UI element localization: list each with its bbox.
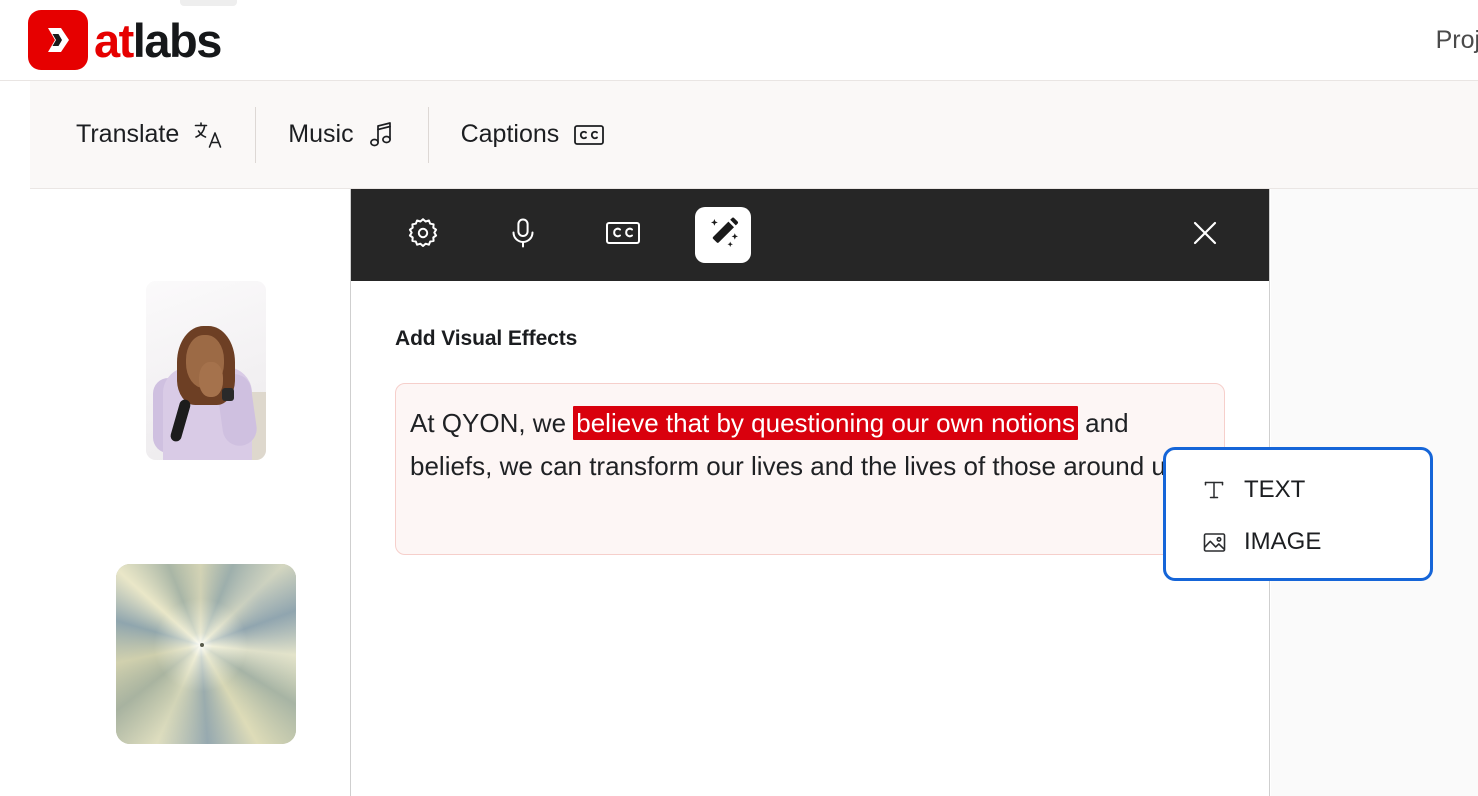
captions-tool-button[interactable]	[595, 207, 651, 263]
dropdown-item-label: TEXT	[1244, 476, 1306, 503]
closed-caption-icon	[605, 218, 641, 253]
gear-icon	[406, 216, 440, 255]
nav-item-label: Music	[288, 120, 354, 148]
secondary-nav: Translate Music Captions	[30, 81, 1478, 189]
visual-effects-modal: Add Visual Effects At QYON, we believe t…	[350, 189, 1270, 796]
close-modal-button[interactable]	[1183, 213, 1227, 257]
brand-word-labs: labs	[132, 13, 223, 67]
dropdown-item-label: IMAGE	[1244, 528, 1322, 555]
nav-item-translate[interactable]: Translate	[30, 81, 255, 189]
dropdown-item-image[interactable]: IMAGE	[1166, 516, 1430, 568]
translate-icon	[193, 120, 223, 150]
microphone-icon	[506, 216, 540, 255]
close-icon	[1189, 217, 1221, 254]
top-bar: atlabs BETA Proje	[0, 0, 1478, 81]
nav-item-music[interactable]: Music	[256, 81, 427, 189]
top-bar-right: Proje	[1436, 0, 1478, 81]
settings-tool-button[interactable]	[395, 207, 451, 263]
nav-item-label: Captions	[460, 120, 560, 148]
text-t-icon	[1200, 478, 1228, 502]
microphone-tool-button[interactable]	[495, 207, 551, 263]
modal-body: Add Visual Effects At QYON, we believe t…	[351, 281, 1269, 555]
nav-item-captions[interactable]: Captions	[429, 81, 638, 189]
effect-type-dropdown: TEXT IMAGE	[1163, 447, 1433, 581]
abstract-burst-thumbnail[interactable]	[116, 564, 296, 744]
image-icon	[1200, 530, 1228, 555]
projects-link[interactable]: Proje	[1436, 26, 1478, 55]
brand-wordmark: atlabs	[94, 13, 223, 67]
transcript-before: At QYON, we	[410, 408, 574, 438]
brand-logo[interactable]: atlabs BETA	[28, 0, 238, 70]
beta-badge: BETA	[180, 0, 238, 6]
transcript-highlight[interactable]: believe that by questioning our own noti…	[573, 406, 1078, 440]
atlabs-logo-icon	[28, 10, 88, 70]
panel-title: Add Visual Effects	[395, 327, 578, 350]
burst-core-glow	[116, 564, 296, 744]
hand-shape	[198, 361, 223, 398]
transcript-text-card[interactable]: At QYON, we believe that by questioning …	[395, 383, 1225, 555]
dropdown-item-text[interactable]: TEXT	[1166, 464, 1430, 516]
app-root: atlabs BETA Proje Translate Music	[0, 0, 1478, 796]
thumbnail-rail	[0, 189, 350, 796]
burst-center-dot	[199, 643, 204, 648]
magic-wand-icon	[706, 216, 740, 255]
modal-toolbar	[351, 189, 1269, 281]
closed-caption-icon	[573, 122, 605, 148]
watch-shape	[221, 388, 234, 401]
visual-effects-tool-button[interactable]	[695, 207, 751, 263]
brand-word-at: at	[94, 13, 134, 67]
music-note-icon	[368, 120, 396, 150]
nav-item-label: Translate	[76, 120, 180, 148]
speaker-thumbnail[interactable]	[146, 281, 266, 460]
